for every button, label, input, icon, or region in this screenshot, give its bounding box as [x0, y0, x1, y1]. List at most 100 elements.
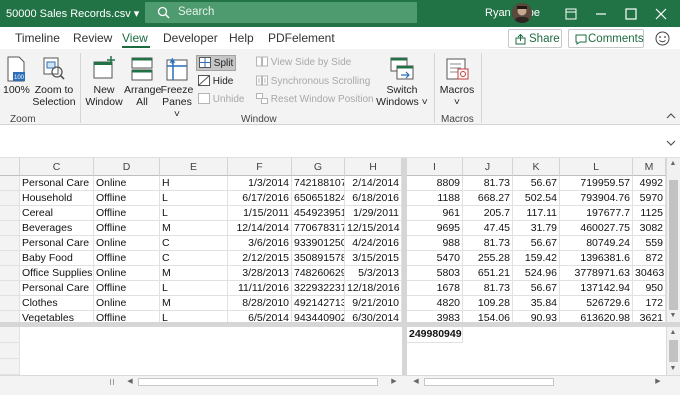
table-cell[interactable]: 81.73	[463, 236, 513, 251]
table-cell[interactable]: 454923951	[292, 206, 345, 221]
share-button[interactable]: Share	[508, 29, 562, 48]
table-cell[interactable]: 3082	[633, 221, 666, 236]
table-cell[interactable]: 5/3/2013	[345, 266, 402, 281]
column-header[interactable]: K	[513, 158, 560, 176]
table-cell[interactable]: Online	[94, 176, 160, 191]
freeze-panes-button[interactable]: ✱ Freeze Panes ˅	[160, 56, 194, 120]
scroll-up-icon[interactable]: ▲	[667, 158, 679, 170]
row-header[interactable]	[0, 296, 20, 311]
table-cell[interactable]: 502.54	[513, 191, 560, 206]
table-cell[interactable]: Cereal	[20, 206, 94, 221]
smiley-feedback-icon[interactable]	[655, 31, 670, 46]
horizontal-split-bar[interactable]	[0, 322, 680, 327]
view-side-by-side-button[interactable]: View Side by Side	[256, 55, 351, 71]
avatar[interactable]	[512, 3, 532, 23]
table-cell[interactable]: 950	[633, 281, 666, 296]
table-cell[interactable]: M	[160, 266, 228, 281]
table-cell[interactable]: 651.21	[463, 266, 513, 281]
scroll-down-icon[interactable]: ▼	[667, 363, 679, 375]
table-cell[interactable]: 988	[407, 236, 463, 251]
tab-timeline[interactable]: Timeline	[15, 31, 60, 45]
row-header[interactable]	[0, 359, 20, 375]
table-cell[interactable]: H	[160, 176, 228, 191]
table-cell[interactable]: 172	[633, 296, 666, 311]
sum-cell[interactable]: 249980949	[407, 327, 463, 343]
table-cell[interactable]: 255.28	[463, 251, 513, 266]
column-header[interactable]: H	[345, 158, 402, 176]
row-header[interactable]	[0, 327, 20, 343]
tab-developer[interactable]: Developer	[163, 31, 218, 45]
table-cell[interactable]: 2/12/2015	[228, 251, 292, 266]
table-cell[interactable]: 6/18/2016	[345, 191, 402, 206]
minimize-icon[interactable]	[586, 0, 616, 27]
table-cell[interactable]: Office Supplies	[20, 266, 94, 281]
table-cell[interactable]: 159.42	[513, 251, 560, 266]
synchronous-scrolling-button[interactable]: Synchronous Scrolling	[256, 74, 370, 90]
table-cell[interactable]: 9695	[407, 221, 463, 236]
table-cell[interactable]: Offline	[94, 251, 160, 266]
table-cell[interactable]: Online	[94, 296, 160, 311]
table-cell[interactable]: 80749.24	[560, 236, 633, 251]
table-cell[interactable]: 5470	[407, 251, 463, 266]
table-cell[interactable]: 793904.76	[560, 191, 633, 206]
column-header[interactable]: J	[463, 158, 513, 176]
table-cell[interactable]: 5803	[407, 266, 463, 281]
column-header[interactable]: I	[407, 158, 463, 176]
table-cell[interactable]: 137142.94	[560, 281, 633, 296]
table-cell[interactable]: 56.67	[513, 281, 560, 296]
table-cell[interactable]: 1396381.6	[560, 251, 633, 266]
table-cell[interactable]: 350891578	[292, 251, 345, 266]
table-cell[interactable]: 559	[633, 236, 666, 251]
document-title[interactable]: 50000 Sales Records.csv ▾	[6, 7, 139, 20]
search-box[interactable]: Search	[145, 2, 417, 23]
column-header[interactable]: G	[292, 158, 345, 176]
table-cell[interactable]: 1/29/2011	[345, 206, 402, 221]
new-window-button[interactable]: New Window	[84, 56, 124, 108]
table-cell[interactable]: 1/3/2014	[228, 176, 292, 191]
column-header[interactable]: E	[160, 158, 228, 176]
table-cell[interactable]: 322932231	[292, 281, 345, 296]
zoom-100-button[interactable]: 100 100%	[3, 56, 30, 96]
table-cell[interactable]: 9/21/2010	[345, 296, 402, 311]
row-header[interactable]	[0, 251, 20, 266]
row-header[interactable]	[0, 221, 20, 236]
vertical-split-bar[interactable]	[402, 158, 407, 378]
table-cell[interactable]: 492142713	[292, 296, 345, 311]
row-header[interactable]	[0, 266, 20, 281]
table-cell[interactable]: Clothes	[20, 296, 94, 311]
table-cell[interactable]: 6/17/2016	[228, 191, 292, 206]
table-cell[interactable]: 3/6/2016	[228, 236, 292, 251]
table-cell[interactable]: 3778971.63	[560, 266, 633, 281]
close-icon[interactable]	[646, 0, 676, 27]
column-header[interactable]: M	[633, 158, 666, 176]
scroll-up-icon[interactable]: ▲	[667, 327, 679, 339]
column-header[interactable]: F	[228, 158, 292, 176]
horizontal-scroll-thumb[interactable]	[424, 378, 554, 386]
column-header[interactable]: D	[94, 158, 160, 176]
table-cell[interactable]: Baby Food	[20, 251, 94, 266]
reset-window-position-button[interactable]: Reset Window Position	[256, 92, 374, 108]
row-header[interactable]	[0, 343, 20, 359]
row-header[interactable]	[0, 236, 20, 251]
table-cell[interactable]: M	[160, 296, 228, 311]
table-cell[interactable]: 81.73	[463, 281, 513, 296]
row-header[interactable]	[0, 176, 20, 191]
table-cell[interactable]: 1/15/2011	[228, 206, 292, 221]
table-cell[interactable]: 3/15/2015	[345, 251, 402, 266]
vertical-scrollbar-top[interactable]: ▲ ▼	[666, 158, 680, 322]
table-cell[interactable]: 4820	[407, 296, 463, 311]
spreadsheet-grid[interactable]: C D E F G H I J K L M Personal Care Onlin…	[0, 158, 680, 378]
table-cell[interactable]: 1125	[633, 206, 666, 221]
tab-split-handle[interactable]	[110, 379, 114, 385]
table-cell[interactable]: 12/15/2014	[345, 221, 402, 236]
table-cell[interactable]: 31.79	[513, 221, 560, 236]
table-cell[interactable]: Household	[20, 191, 94, 206]
column-header[interactable]: C	[20, 158, 94, 176]
table-cell[interactable]: 524.96	[513, 266, 560, 281]
vertical-scrollbar-bottom[interactable]: ▲ ▼	[666, 327, 680, 375]
table-cell[interactable]: 56.67	[513, 176, 560, 191]
table-cell[interactable]: Offline	[94, 281, 160, 296]
table-cell[interactable]: 526729.6	[560, 296, 633, 311]
table-cell[interactable]: C	[160, 251, 228, 266]
row-header[interactable]	[0, 281, 20, 296]
